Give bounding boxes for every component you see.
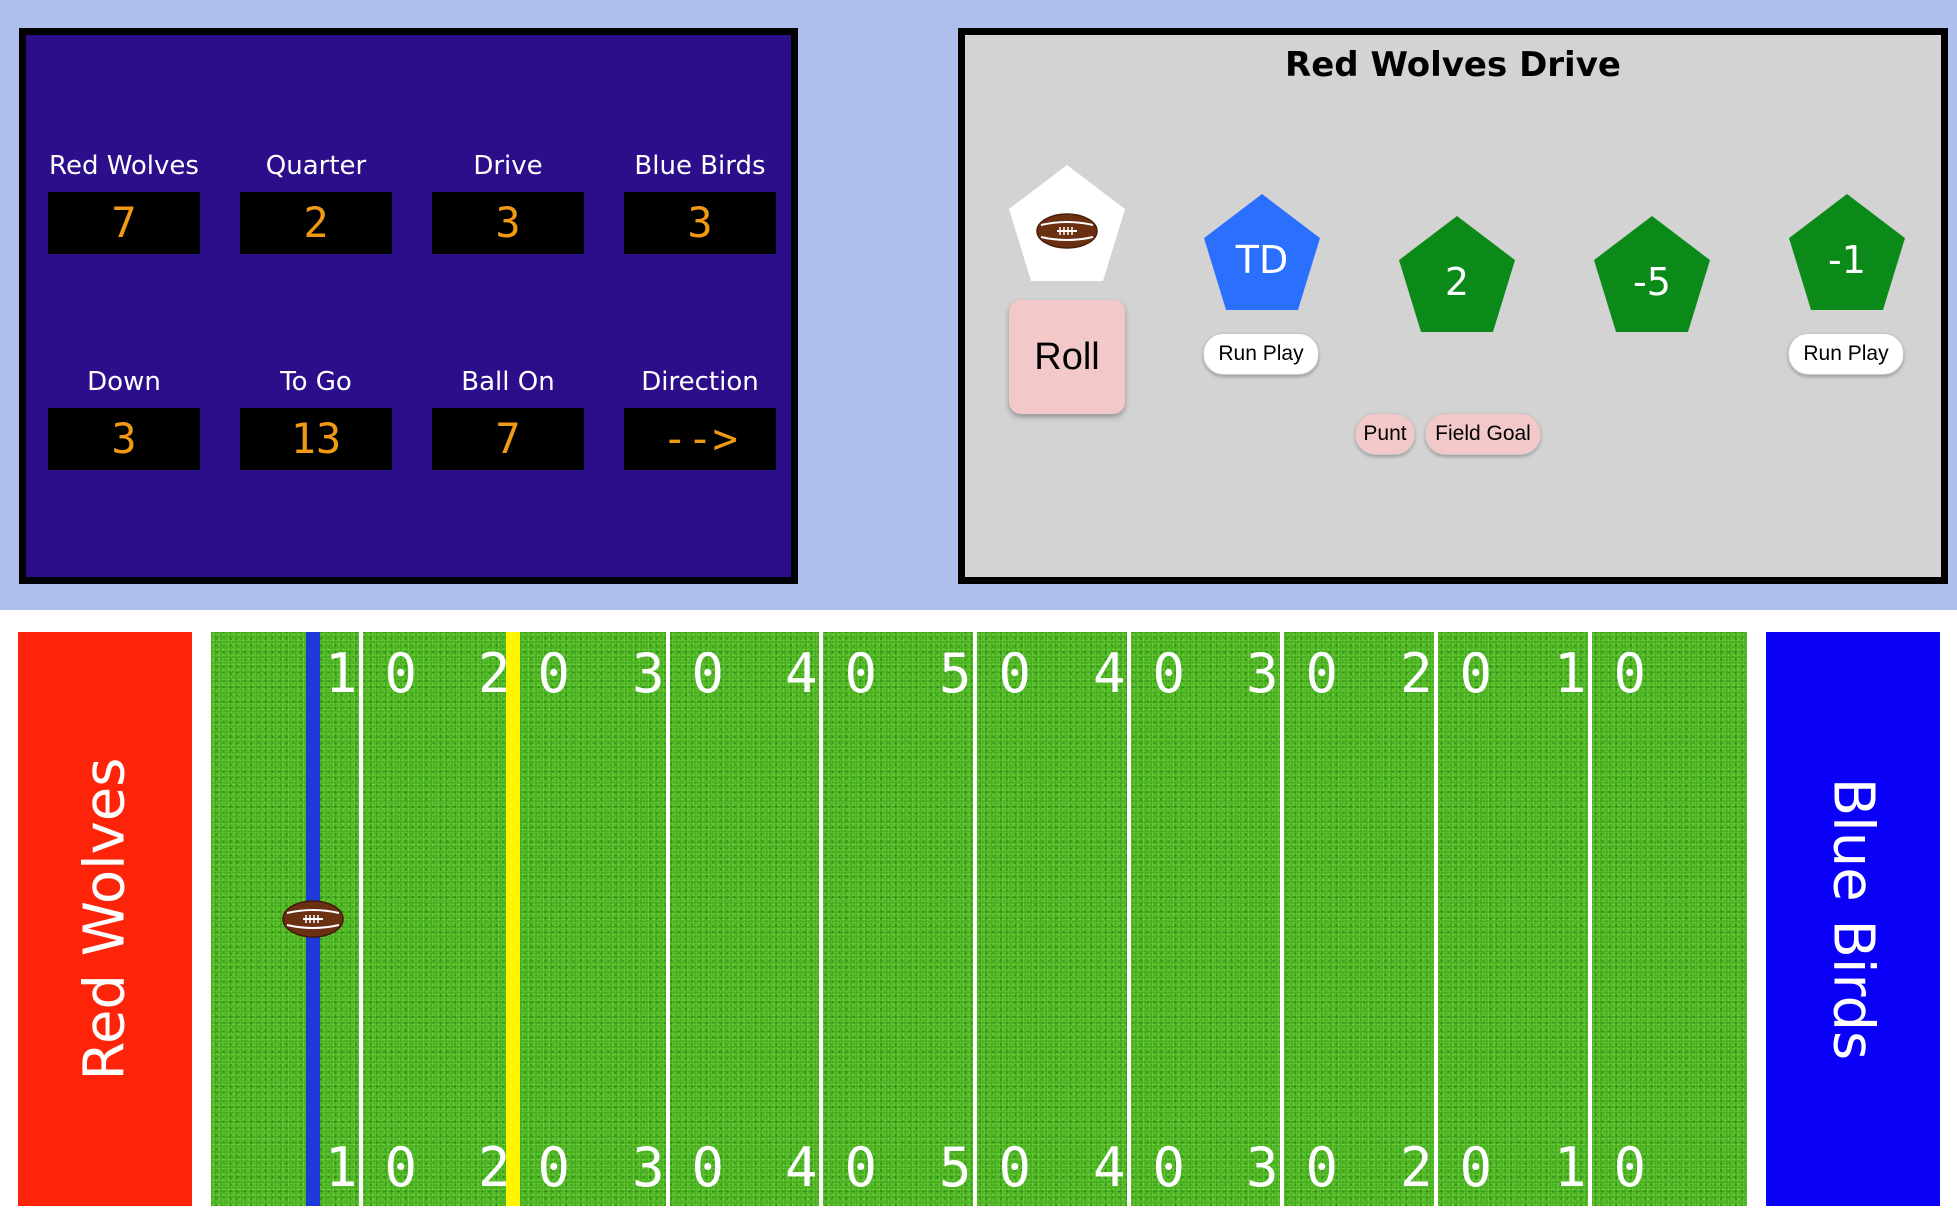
football-icon[interactable] <box>281 898 345 940</box>
yard-line <box>819 632 823 1206</box>
endzone-team-name: Blue Birds <box>1820 777 1886 1061</box>
yard-number-bottom: 30 <box>632 1136 752 1199</box>
yard-line <box>973 632 977 1206</box>
yard-line <box>666 632 670 1206</box>
field-turf: 10 20 30 40 50 40 30 20 10 10 20 30 40 5… <box>211 632 1747 1206</box>
score-label: Ball On <box>461 367 555 397</box>
scoreboard: Red Wolves 7 Quarter 2 Drive 3 Blue Bird… <box>19 28 798 584</box>
die-face: -1 <box>1828 238 1866 282</box>
score-cell-quarter: Quarter 2 <box>240 148 392 254</box>
run-play-button[interactable]: Run Play <box>1203 333 1319 375</box>
yard-number-top: 30 <box>1246 642 1366 705</box>
yard-number-bottom: 20 <box>478 1136 598 1199</box>
die-face: TD <box>1235 238 1289 282</box>
field-goal-button[interactable]: Field Goal <box>1425 413 1541 455</box>
drive-panel: Red Wolves Drive Roll TD 2 -5 -1 Run Pla… <box>958 28 1948 584</box>
score-label: Quarter <box>265 151 367 181</box>
score-cell-down: Down 3 <box>48 364 200 470</box>
football-die <box>1009 165 1125 281</box>
endzone-blue-birds: Blue Birds <box>1766 632 1940 1206</box>
football-field: Red Wolves Blue Birds 10 20 30 40 50 40 … <box>18 632 1940 1206</box>
yard-number-top: 40 <box>785 642 905 705</box>
yard-number-top: 20 <box>1400 642 1520 705</box>
yard-number-bottom: 20 <box>1400 1136 1520 1199</box>
endzone-red-wolves: Red Wolves <box>18 632 192 1206</box>
football-icon <box>1036 213 1098 249</box>
play-die-minus-1: -1 <box>1789 194 1905 310</box>
yard-number-top: 10 <box>1554 642 1674 705</box>
score-cell-drive: Drive 3 <box>432 148 584 254</box>
yard-line <box>1280 632 1284 1206</box>
score-cell-blue-birds: Blue Birds 3 <box>624 148 776 254</box>
score-cell-red-wolves: Red Wolves 7 <box>48 148 200 254</box>
yard-line <box>1127 632 1131 1206</box>
run-play-button[interactable]: Run Play <box>1788 333 1904 375</box>
endzone-team-name: Red Wolves <box>72 757 138 1081</box>
die-face: 2 <box>1444 260 1470 304</box>
play-die-td: TD <box>1204 194 1320 310</box>
score-value: 3 <box>624 192 776 254</box>
yard-number-top: 50 <box>939 642 1059 705</box>
yard-number-top: 10 <box>325 642 445 705</box>
score-value: 7 <box>48 192 200 254</box>
score-value: 3 <box>48 408 200 470</box>
yard-number-top: 30 <box>632 642 752 705</box>
yard-line <box>359 632 363 1206</box>
yard-number-bottom: 50 <box>939 1136 1059 1199</box>
yard-line <box>1434 632 1438 1206</box>
score-label: Direction <box>641 367 759 397</box>
yard-number-bottom: 10 <box>325 1136 445 1199</box>
yard-number-top: 40 <box>1093 642 1213 705</box>
die-face: -5 <box>1633 260 1671 304</box>
yard-line <box>1588 632 1592 1206</box>
score-value: --> <box>624 408 776 470</box>
score-label: Blue Birds <box>634 151 766 181</box>
score-value: 7 <box>432 408 584 470</box>
score-label: Drive <box>473 151 543 181</box>
score-label: Down <box>87 367 161 397</box>
drive-title: Red Wolves Drive <box>1285 45 1621 85</box>
play-die-minus-5: -5 <box>1594 216 1710 332</box>
score-value: 13 <box>240 408 392 470</box>
first-down-line <box>505 632 520 1206</box>
yard-number-bottom: 30 <box>1246 1136 1366 1199</box>
play-die-2: 2 <box>1399 216 1515 332</box>
score-label: To Go <box>280 367 352 397</box>
yard-number-bottom: 40 <box>785 1136 905 1199</box>
score-value: 3 <box>432 192 584 254</box>
score-label: Red Wolves <box>49 151 199 181</box>
score-cell-to-go: To Go 13 <box>240 364 392 470</box>
roll-button[interactable]: Roll <box>1009 300 1125 414</box>
score-cell-ball-on: Ball On 7 <box>432 364 584 470</box>
score-cell-direction: Direction --> <box>624 364 776 470</box>
yard-number-bottom: 10 <box>1554 1136 1674 1199</box>
score-value: 2 <box>240 192 392 254</box>
yard-number-top: 20 <box>478 642 598 705</box>
yard-number-bottom: 40 <box>1093 1136 1213 1199</box>
punt-button[interactable]: Punt <box>1355 413 1415 455</box>
